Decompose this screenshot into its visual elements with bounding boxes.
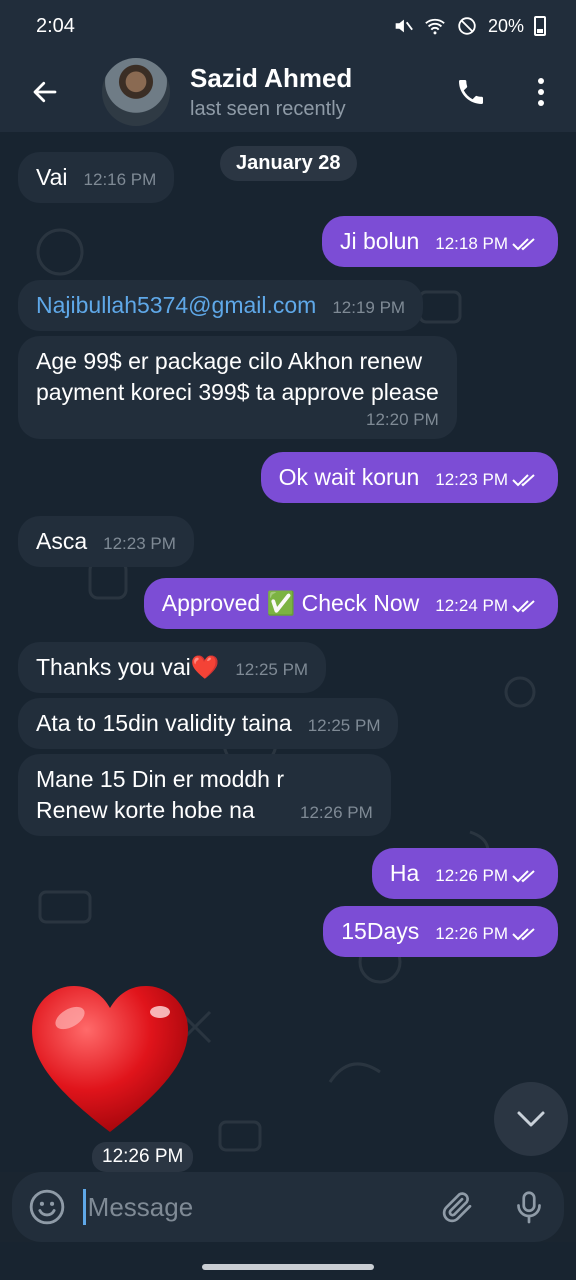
- red-heart-sticker[interactable]: [28, 982, 192, 1138]
- message-text: Ji bolun: [339, 228, 420, 254]
- message-text: Approved ✅ Check Now: [161, 590, 420, 616]
- message-bubble-incoming[interactable]: Mane 15 Din er moddh r Renew korte hobe …: [18, 754, 391, 836]
- message-text: Age 99$ er package cilo Akhon renew paym…: [36, 348, 439, 405]
- message-bubble-incoming[interactable]: Najibullah5374@gmail.com 12:19 PM: [18, 280, 424, 331]
- status-icons: 20%: [392, 15, 546, 37]
- attach-button[interactable]: [423, 1172, 494, 1242]
- wifi-icon: [425, 18, 445, 35]
- message-time: 12:26 PM: [300, 801, 373, 826]
- more-menu-button[interactable]: [506, 52, 576, 132]
- message-text: Asca: [36, 528, 88, 554]
- message-timestamp: 12:26 PM: [300, 803, 373, 822]
- message-bubble-outgoing[interactable]: Ha 12:26 PM: [371, 848, 558, 899]
- paperclip-icon: [442, 1192, 472, 1223]
- battery-icon: [534, 16, 546, 36]
- message-text: Mane 15 Din er moddh r Renew korte hobe …: [36, 766, 285, 823]
- message-timestamp: 12:19 PM: [332, 298, 406, 317]
- message-bubble-incoming[interactable]: Thanks you vai❤️ 12:25 PM: [18, 642, 327, 693]
- status-bar: 2:04 20%: [0, 0, 576, 52]
- chevron-down-icon: [517, 1111, 545, 1127]
- double-check-icon: [512, 238, 535, 251]
- message-bubble-outgoing[interactable]: 15Days 12:26 PM: [323, 906, 558, 957]
- phone-icon: [459, 80, 483, 104]
- message-timestamp: 12:25 PM: [307, 716, 381, 735]
- message-time: 12:24 PM: [435, 594, 540, 619]
- message-bubble-incoming[interactable]: Age 99$ er package cilo Akhon renew paym…: [18, 336, 457, 439]
- more-vertical-icon: [538, 78, 544, 106]
- contact-status: last seen recently: [190, 98, 346, 120]
- contact-name: Sazid Ahmed: [190, 63, 353, 93]
- system-nav-bar: [0, 1242, 576, 1280]
- back-button[interactable]: [0, 52, 90, 132]
- do-not-disturb-icon: [458, 17, 476, 35]
- message-timestamp: 12:16 PM: [83, 170, 157, 189]
- mute-icon: [395, 19, 413, 33]
- email-link[interactable]: Najibullah5374@gmail.com: [36, 290, 316, 321]
- message-bubble-outgoing[interactable]: Ok wait korun 12:23 PM: [260, 452, 558, 503]
- message-timestamp: 12:25 PM: [235, 660, 309, 679]
- message-text: Vai: [36, 164, 68, 190]
- message-bubble-incoming[interactable]: Ata to 15din validity taina 12:25 PM: [18, 698, 399, 749]
- message-time: 12:16 PM: [84, 168, 157, 193]
- call-button[interactable]: [436, 52, 506, 132]
- message-time: 12:25 PM: [308, 714, 381, 739]
- double-check-icon: [512, 928, 535, 941]
- double-check-icon: [512, 474, 535, 487]
- chat-area[interactable]: January 28 Vai 12:16 PM Ji bolun 12:18 P…: [0, 132, 576, 1172]
- message-bubble-outgoing[interactable]: Approved ✅ Check Now 12:24 PM: [143, 578, 558, 629]
- avatar[interactable]: [102, 58, 170, 126]
- message-timestamp: 12:20 PM: [366, 410, 439, 429]
- scroll-to-bottom-button[interactable]: [494, 1082, 568, 1156]
- status-time: 2:04: [36, 14, 75, 37]
- battery-percent: 20%: [487, 15, 524, 36]
- message-time: 12:26 PM: [435, 922, 540, 947]
- message-timestamp: 12:26 PM: [435, 866, 508, 885]
- back-arrow-icon: [33, 81, 57, 103]
- message-time: 12:18 PM: [435, 232, 540, 257]
- message-bubble-incoming[interactable]: Vai 12:16 PM: [18, 152, 175, 203]
- message-text: Ok wait korun: [278, 464, 420, 490]
- chat-header: Sazid Ahmed last seen recently: [0, 52, 576, 132]
- message-bubble-incoming[interactable]: Asca 12:23 PM: [18, 516, 194, 567]
- double-check-icon: [512, 600, 535, 613]
- message-text: Thanks you vai❤️: [36, 654, 220, 680]
- emoji-button[interactable]: [12, 1172, 83, 1242]
- message-timestamp: 12:24 PM: [435, 596, 508, 615]
- message-timestamp: 12:18 PM: [435, 234, 508, 253]
- double-check-icon: [512, 870, 535, 883]
- smiley-icon: [30, 1189, 65, 1225]
- message-text: 15Days: [341, 918, 420, 944]
- message-text: Ata to 15din validity taina: [36, 710, 292, 736]
- message-bubble-outgoing[interactable]: Ji bolun 12:18 PM: [321, 216, 558, 267]
- microphone-icon: [516, 1191, 541, 1224]
- contact-info[interactable]: Sazid Ahmed last seen recently: [190, 63, 436, 121]
- message-input[interactable]: [82, 1189, 423, 1225]
- message-text: Ha: [389, 860, 420, 886]
- message-time: 12:20 PM: [366, 408, 439, 433]
- message-time: 12:23 PM: [435, 468, 540, 493]
- message-timestamp: 12:26 PM: [435, 924, 508, 943]
- message-timestamp: 12:23 PM: [103, 534, 176, 553]
- home-handle[interactable]: [202, 1264, 374, 1270]
- message-timestamp: 12:23 PM: [435, 470, 508, 489]
- date-separator: January 28: [220, 146, 357, 181]
- message-time: 12:23 PM: [103, 532, 176, 557]
- message-time: 12:26 PM: [435, 864, 540, 889]
- message-time: 12:25 PM: [235, 658, 308, 683]
- message-time: 12:19 PM: [332, 296, 405, 321]
- voice-message-button[interactable]: [493, 1172, 564, 1242]
- sticker-timestamp: 12:26 PM: [92, 1142, 194, 1172]
- message-composer: [12, 1172, 564, 1242]
